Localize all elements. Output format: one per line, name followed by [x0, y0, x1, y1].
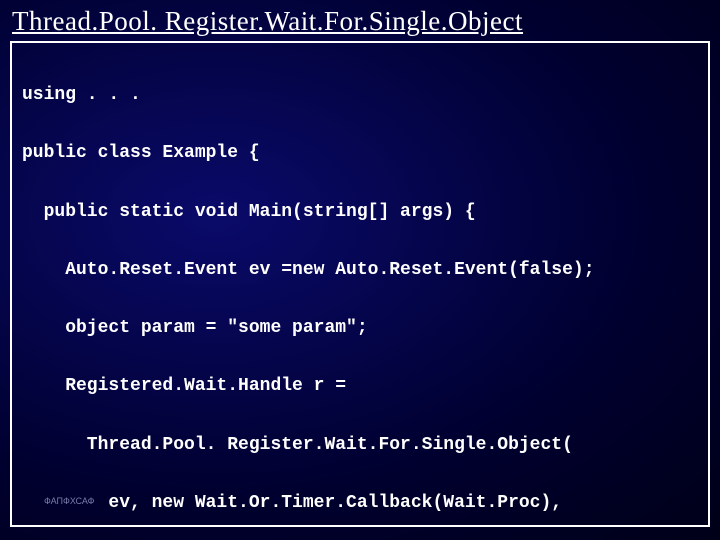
- code-line: Registered.Wait.Handle r =: [22, 377, 698, 396]
- code-line: ev, new Wait.Or.Timer.Callback(Wait.Proc…: [22, 494, 698, 513]
- code-block: using . . . public class Example { publi…: [10, 41, 710, 527]
- code-line: public static void Main(string[] args) {: [22, 203, 698, 222]
- slide: Thread.Pool. Register.Wait.For.Single.Ob…: [0, 0, 720, 540]
- code-line: using . . .: [22, 86, 698, 105]
- code-line: object param = "some param";: [22, 319, 698, 338]
- watermark-text: ФАПФХСАФ: [44, 497, 94, 507]
- code-line: Thread.Pool. Register.Wait.For.Single.Ob…: [22, 436, 698, 455]
- code-line: Auto.Reset.Event ev =new Auto.Reset.Even…: [22, 261, 698, 280]
- code-line: public class Example {: [22, 144, 698, 163]
- slide-title: Thread.Pool. Register.Wait.For.Single.Ob…: [10, 6, 710, 37]
